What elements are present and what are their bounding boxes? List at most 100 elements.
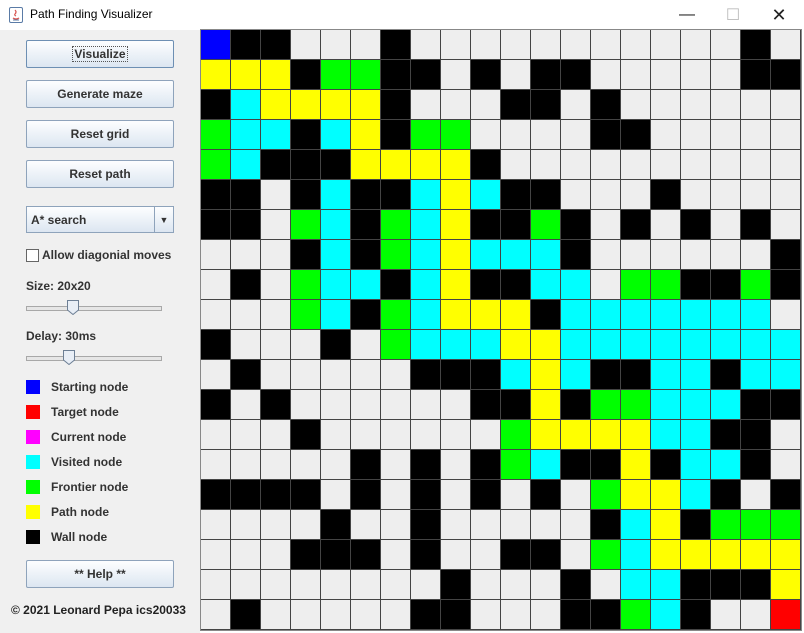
grid-cell-empty[interactable]: [471, 120, 500, 149]
grid-cell-empty[interactable]: [741, 120, 770, 149]
grid-cell-visited[interactable]: [741, 330, 770, 359]
grid-cell-wall[interactable]: [201, 330, 230, 359]
grid-cell-wall[interactable]: [681, 600, 710, 629]
grid-cell-path[interactable]: [561, 420, 590, 449]
grid-cell-empty[interactable]: [411, 30, 440, 59]
grid-cell-empty[interactable]: [351, 390, 380, 419]
grid-cell-wall[interactable]: [621, 210, 650, 239]
grid-cell-empty[interactable]: [381, 510, 410, 539]
grid-cell-empty[interactable]: [441, 480, 470, 509]
grid-cell-empty[interactable]: [501, 60, 530, 89]
grid-cell-empty[interactable]: [681, 180, 710, 209]
grid-cell-wall[interactable]: [321, 330, 350, 359]
grid-cell-empty[interactable]: [621, 240, 650, 269]
grid-cell-wall[interactable]: [291, 480, 320, 509]
grid-cell-path[interactable]: [351, 120, 380, 149]
grid-cell-empty[interactable]: [651, 60, 680, 89]
grid-cell-empty[interactable]: [741, 480, 770, 509]
grid-cell-wall[interactable]: [351, 180, 380, 209]
grid-cell-empty[interactable]: [291, 360, 320, 389]
grid-cell-wall[interactable]: [501, 540, 530, 569]
grid-cell-visited[interactable]: [681, 330, 710, 359]
grid-cell-path[interactable]: [621, 450, 650, 479]
grid-cell-empty[interactable]: [711, 30, 740, 59]
grid-cell-frontier[interactable]: [621, 390, 650, 419]
grid-cell-wall[interactable]: [621, 360, 650, 389]
grid-cell-empty[interactable]: [621, 30, 650, 59]
grid-cell-empty[interactable]: [351, 510, 380, 539]
grid-cell-wall[interactable]: [441, 600, 470, 629]
grid-cell-empty[interactable]: [471, 90, 500, 119]
grid-cell-empty[interactable]: [681, 120, 710, 149]
grid-cell-wall[interactable]: [591, 120, 620, 149]
grid-cell-wall[interactable]: [591, 90, 620, 119]
grid-cell-empty[interactable]: [441, 540, 470, 569]
grid-cell-wall[interactable]: [201, 390, 230, 419]
grid-cell-empty[interactable]: [201, 570, 230, 599]
minimize-button[interactable]: —: [664, 0, 710, 30]
grid-cell-empty[interactable]: [441, 60, 470, 89]
grid-cell-empty[interactable]: [471, 600, 500, 629]
grid-cell-empty[interactable]: [261, 180, 290, 209]
grid-cell-empty[interactable]: [651, 150, 680, 179]
grid-cell-empty[interactable]: [261, 240, 290, 269]
grid-cell-empty[interactable]: [321, 600, 350, 629]
grid-cell-empty[interactable]: [741, 240, 770, 269]
grid-cell-empty[interactable]: [501, 120, 530, 149]
grid-cell-frontier[interactable]: [771, 510, 800, 539]
grid-cell-empty[interactable]: [291, 30, 320, 59]
grid-cell-wall[interactable]: [351, 540, 380, 569]
grid-cell-wall[interactable]: [711, 270, 740, 299]
grid-cell-empty[interactable]: [561, 510, 590, 539]
grid-cell-empty[interactable]: [321, 480, 350, 509]
grid-cell-empty[interactable]: [261, 600, 290, 629]
grid-cell-empty[interactable]: [321, 450, 350, 479]
grid-cell-path[interactable]: [531, 360, 560, 389]
grid-cell-visited[interactable]: [471, 330, 500, 359]
grid-cell-empty[interactable]: [441, 510, 470, 539]
grid-cell-empty[interactable]: [471, 30, 500, 59]
grid-cell-empty[interactable]: [711, 210, 740, 239]
grid-cell-empty[interactable]: [351, 570, 380, 599]
grid-cell-empty[interactable]: [201, 300, 230, 329]
grid-cell-empty[interactable]: [321, 390, 350, 419]
grid-cell-empty[interactable]: [501, 30, 530, 59]
grid-cell-path[interactable]: [471, 300, 500, 329]
grid-cell-empty[interactable]: [381, 540, 410, 569]
maximize-button[interactable]: ☐: [710, 0, 756, 30]
grid-cell-frontier[interactable]: [291, 300, 320, 329]
grid-cell-path[interactable]: [261, 60, 290, 89]
grid-cell-path[interactable]: [261, 90, 290, 119]
grid-cell-start[interactable]: [201, 30, 230, 59]
grid-cell-visited[interactable]: [711, 390, 740, 419]
grid-cell-frontier[interactable]: [531, 210, 560, 239]
grid-cell-wall[interactable]: [531, 180, 560, 209]
grid-cell-wall[interactable]: [531, 480, 560, 509]
grid-cell-empty[interactable]: [651, 210, 680, 239]
grid-cell-wall[interactable]: [291, 420, 320, 449]
grid-cell-wall[interactable]: [471, 150, 500, 179]
grid-cell-empty[interactable]: [291, 330, 320, 359]
grid-cell-wall[interactable]: [741, 450, 770, 479]
grid-cell-empty[interactable]: [351, 420, 380, 449]
grid-cell-empty[interactable]: [771, 180, 800, 209]
grid-cell-path[interactable]: [531, 330, 560, 359]
grid-cell-empty[interactable]: [291, 570, 320, 599]
grid-cell-empty[interactable]: [441, 30, 470, 59]
grid-cell-empty[interactable]: [591, 270, 620, 299]
grid-cell-empty[interactable]: [771, 90, 800, 119]
grid-cell-empty[interactable]: [261, 360, 290, 389]
grid-cell-path[interactable]: [651, 480, 680, 509]
grid-cell-empty[interactable]: [531, 30, 560, 59]
grid-cell-wall[interactable]: [291, 60, 320, 89]
grid-cell-wall[interactable]: [591, 360, 620, 389]
grid-cell-frontier[interactable]: [621, 600, 650, 629]
grid-cell-visited[interactable]: [591, 330, 620, 359]
grid-cell-wall[interactable]: [291, 240, 320, 269]
grid-cell-wall[interactable]: [351, 210, 380, 239]
grid-cell-visited[interactable]: [681, 480, 710, 509]
grid-cell-path[interactable]: [741, 540, 770, 569]
grid-cell-path[interactable]: [651, 540, 680, 569]
grid-cell-target[interactable]: [771, 600, 800, 629]
generate-maze-button[interactable]: Generate maze: [26, 80, 174, 108]
